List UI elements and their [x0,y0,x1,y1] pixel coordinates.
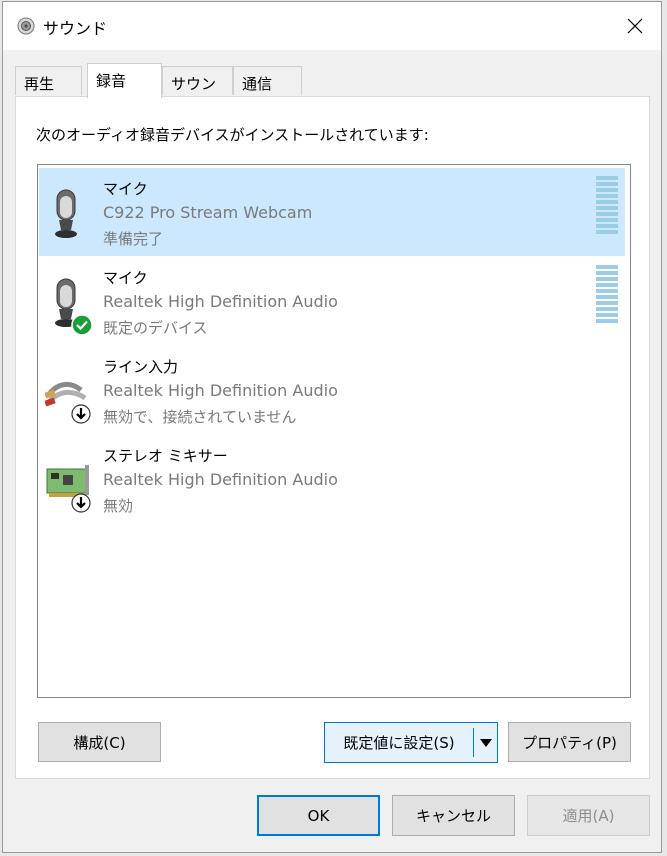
device-item-stereo-mix[interactable]: ステレオ ミキサー Realtek High Definition Audio … [39,435,625,523]
ok-button[interactable]: OK [257,795,380,836]
properties-button[interactable]: プロパティ(P) [508,722,631,762]
device-name: マイク [103,269,148,287]
window-title: サウンド [43,19,108,38]
close-button[interactable] [609,2,661,50]
device-status: 無効 [103,497,134,515]
device-name: ステレオ ミキサー [103,447,228,465]
device-description: Realtek High Definition Audio [103,381,338,400]
set-default-dropdown[interactable] [474,723,497,762]
device-description: Realtek High Definition Audio [103,470,338,489]
tab-communications[interactable]: 通信 [233,66,302,95]
device-name: マイク [103,180,148,198]
speaker-icon [17,17,35,35]
tab-recording[interactable]: 録音 [87,63,162,98]
configure-button[interactable]: 構成(C) [38,722,161,762]
device-status: 既定のデバイス [103,319,208,337]
instruction-text: 次のオーディオ録音デバイスがインストールされています: [36,126,429,144]
set-default-split-button[interactable]: 既定値に設定(S) [324,722,498,763]
set-default-button[interactable]: 既定値に設定(S) [325,723,473,762]
device-description: C922 Pro Stream Webcam [103,203,313,222]
level-meter [596,265,618,325]
tab-playback[interactable]: 再生 [15,66,82,95]
microphone-icon [55,189,77,238]
close-icon [627,18,643,34]
device-name: ライン入力 [103,358,179,376]
apply-button[interactable]: 適用(A) [527,795,650,836]
device-status: 準備完了 [103,230,164,248]
down-arrow-icon [71,493,91,513]
level-meter [596,176,618,236]
device-description: Realtek High Definition Audio [103,292,338,311]
cancel-button[interactable]: キャンセル [392,795,515,836]
device-list[interactable]: マイク C922 Pro Stream Webcam 準備完了 マイク Real… [37,164,631,698]
default-check-icon [71,314,93,336]
sound-dialog: サウンド 再生 録音 サウンド 通信 次のオーディオ録音デバイスがインストールさ… [2,1,662,853]
down-arrow-icon [71,404,91,424]
device-item-line-in[interactable]: ライン入力 Realtek High Definition Audio 無効で、… [39,346,625,434]
device-item-webcam-mic[interactable]: マイク C922 Pro Stream Webcam 準備完了 [39,168,625,256]
tab-sounds[interactable]: サウンド [162,66,233,114]
triangle-down-icon [479,738,492,747]
device-item-realtek-mic[interactable]: マイク Realtek High Definition Audio 既定のデバイ… [39,257,625,345]
recording-panel: 次のオーディオ録音デバイスがインストールされています: マイク C922 Pro… [15,96,650,779]
device-status: 無効で、接続されていません [103,408,297,426]
title-bar[interactable]: サウンド [3,2,661,50]
